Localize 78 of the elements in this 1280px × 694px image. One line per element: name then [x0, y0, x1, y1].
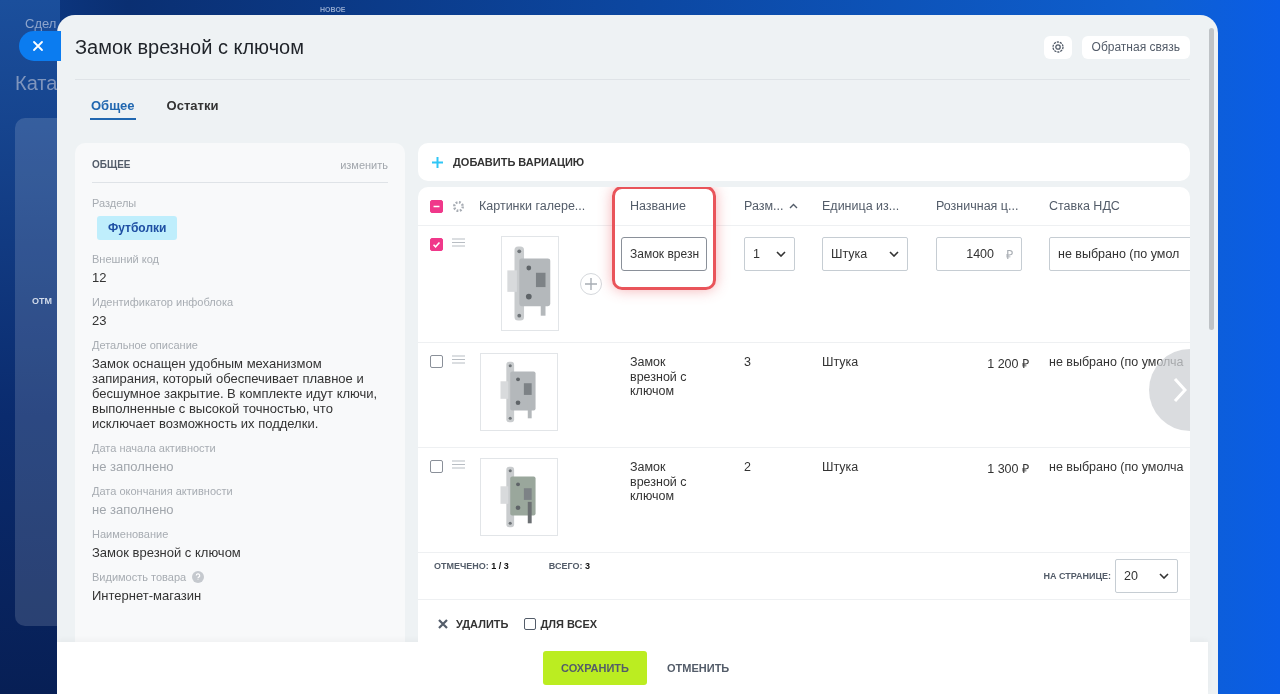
- field-label: Внешний код: [92, 252, 159, 267]
- field-value: не заполнено: [92, 502, 175, 517]
- section-tag: Футболки: [97, 216, 178, 240]
- drag-handle-icon[interactable]: [452, 355, 465, 364]
- column-header: ОТМ: [32, 296, 52, 306]
- plus-icon: [585, 278, 597, 290]
- feedback-button[interactable]: Обратная связь: [1081, 35, 1190, 59]
- delete-button[interactable]: УДАЛИТЬ: [438, 618, 509, 630]
- field-label: Видимость товара: [92, 570, 187, 585]
- row-checkbox[interactable]: [430, 355, 443, 368]
- table-cell: 1 200 ₽: [987, 357, 1029, 371]
- close-button[interactable]: [19, 31, 61, 61]
- tab[interactable]: Остатки: [165, 98, 220, 120]
- table-cell: 2: [744, 460, 751, 474]
- field-label: Детальное описание: [92, 338, 198, 353]
- per-page-select[interactable]: 20: [1115, 559, 1178, 593]
- column-header[interactable]: Разм...: [744, 199, 799, 213]
- checked-count: ОТМЕЧЕНО: 1 / 3: [434, 561, 509, 571]
- close-icon: [32, 40, 44, 52]
- vat-select[interactable]: не выбрано (по умол: [1049, 237, 1190, 271]
- name-field[interactable]: Замок врезн: [621, 237, 707, 271]
- chevron-down-icon: [1159, 573, 1169, 579]
- settings-button[interactable]: [1043, 35, 1072, 59]
- table-cell: не выбрано (по умолча: [1049, 355, 1184, 369]
- per-page-label: НА СТРАНИЦЕ:: [1043, 571, 1111, 581]
- total-count: ВСЕГО: 3: [548, 561, 590, 571]
- sort-icon[interactable]: [789, 203, 799, 209]
- table-cell: 1 300 ₽: [987, 462, 1029, 476]
- field-label: Разделы: [92, 196, 137, 211]
- field-value: Замок оснащен удобным механизмом запирания, который обеспечивает плавное и бесшумное закрытие. В комплекте идут ключи, выполненные с высокой точностью, что исключает возможность их подделки.: [92, 356, 379, 431]
- size-select[interactable]: 1: [744, 237, 795, 271]
- page-heading: Ката: [15, 72, 58, 95]
- table-cell-text: Замок врезной с ключом: [630, 460, 688, 504]
- field-label: Дата окончания активности: [92, 484, 233, 499]
- settings-icon: [1050, 40, 1065, 54]
- column-header[interactable]: Единица из...: [822, 199, 900, 213]
- field-value: Интернет-магазин: [92, 588, 203, 603]
- table-cell: Штука: [822, 460, 859, 474]
- tab[interactable]: Общее: [90, 98, 136, 120]
- field-value: Замок врезной с ключом: [92, 545, 242, 560]
- row-checkbox[interactable]: [430, 238, 443, 251]
- section-title: ОБЩЕЕ: [92, 159, 131, 170]
- table-cell: Штука: [822, 355, 859, 369]
- checkbox[interactable]: [524, 618, 537, 630]
- scrollbar[interactable]: [1209, 28, 1214, 330]
- plus-icon: [432, 156, 443, 168]
- chevron-down-icon: [889, 251, 899, 257]
- field-value: 12: [92, 270, 108, 285]
- field-label: Идентификатор инфоблока: [92, 295, 234, 310]
- field-label: Наименование: [92, 527, 169, 542]
- breadcrumb-text: Сдел: [25, 16, 57, 31]
- table-cell-text: Замок врезной с ключом: [630, 355, 688, 399]
- table-cell: 3: [744, 355, 751, 369]
- chevron-down-icon: [776, 251, 786, 257]
- cancel-button[interactable]: ОТМЕНИТЬ: [661, 661, 736, 675]
- field-value: не заполнено: [92, 459, 175, 474]
- row-checkbox[interactable]: [430, 460, 443, 473]
- window-title: Замок врезной с ключом: [75, 35, 305, 59]
- close-icon: [438, 619, 448, 629]
- drag-handle-icon[interactable]: [452, 238, 465, 247]
- drag-handle-icon[interactable]: [452, 460, 465, 469]
- field-label: Дата начала активности: [92, 441, 216, 456]
- save-button[interactable]: СОХРАНИТЬ: [543, 651, 647, 685]
- price-field[interactable]: 1400 ₽: [936, 237, 1022, 271]
- chevron-right-icon: [1173, 377, 1187, 403]
- column-header[interactable]: Розничная ц...: [936, 199, 1019, 213]
- select-all-checkbox[interactable]: [430, 199, 443, 213]
- field-value: 23: [92, 313, 108, 328]
- add-variation-button[interactable]: ДОБАВИТЬ ВАРИАЦИЮ: [418, 143, 1190, 181]
- column-header[interactable]: Картинки галере...: [479, 199, 586, 213]
- column-header[interactable]: Название: [630, 199, 686, 213]
- add-image-button[interactable]: [580, 273, 602, 295]
- help-icon[interactable]: [192, 571, 205, 583]
- table-cell: не выбрано (по умолча: [1049, 460, 1184, 474]
- unit-select[interactable]: Штука: [822, 237, 908, 271]
- checkbox-label[interactable]: ДЛЯ ВСЕХ: [540, 618, 598, 630]
- column-header[interactable]: Ставка НДС: [1049, 199, 1120, 213]
- settings-icon[interactable]: [452, 199, 465, 213]
